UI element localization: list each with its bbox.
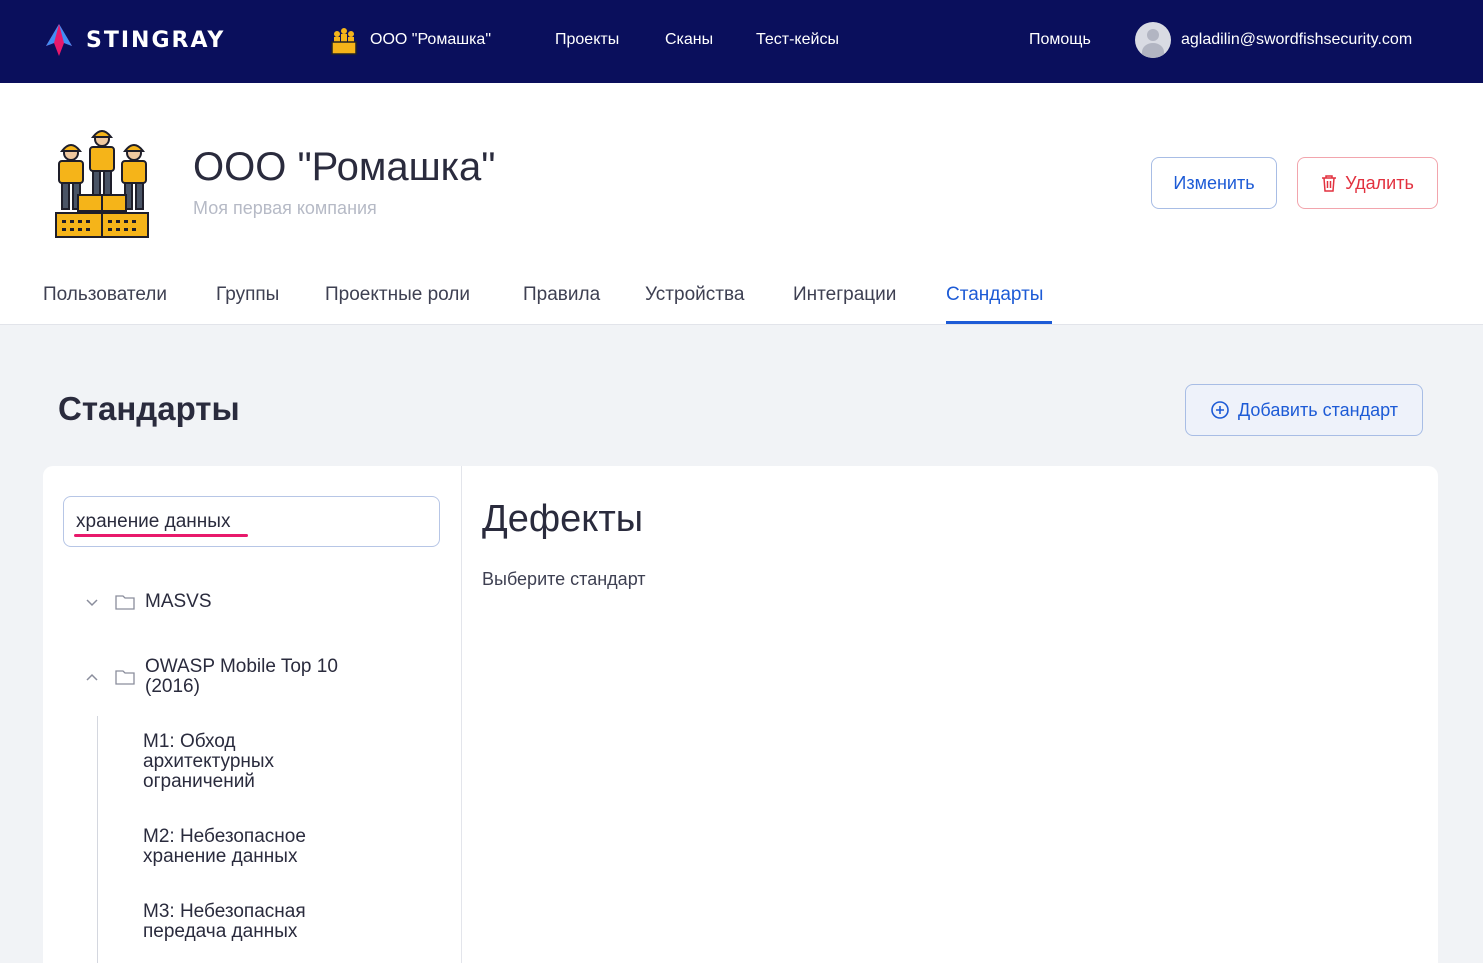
avatar <box>1135 22 1171 58</box>
nav-scans[interactable]: Сканы <box>665 31 713 49</box>
tab-integrations[interactable]: Интеграции <box>793 284 896 306</box>
section-title: Стандарты <box>58 390 240 427</box>
plus-circle-icon <box>1211 401 1229 419</box>
add-standard-label: Добавить стандарт <box>1238 399 1398 420</box>
tab-users[interactable]: Пользователи <box>43 284 167 306</box>
organization-switcher[interactable]: ООО "Ромашка" <box>328 24 491 56</box>
add-standard-button[interactable]: Добавить стандарт <box>1185 384 1423 436</box>
stingray-logo-icon <box>46 24 72 56</box>
tree-node-label: MASVS <box>145 591 212 612</box>
edit-button[interactable]: Изменить <box>1151 157 1277 209</box>
trash-icon <box>1322 175 1337 192</box>
tree-node-label: OWASP Mobile Top 10 (2016) <box>145 656 338 697</box>
tree-leaf-m1[interactable]: M1: Обход архитектурных ограничений <box>143 732 303 792</box>
folder-icon <box>115 595 135 610</box>
company-subtitle: Моя первая компания <box>193 198 377 218</box>
tree-leaf-m2[interactable]: M2: Небезопасное хранение данных <box>143 827 328 867</box>
tab-project-roles[interactable]: Проектные роли <box>325 284 470 306</box>
search-input[interactable] <box>63 496 440 547</box>
tab-standards[interactable]: Стандарты <box>946 284 1043 306</box>
nav-help[interactable]: Помощь <box>1029 31 1091 49</box>
organization-logo-icon <box>331 28 357 55</box>
company-header: ООО "Ромашка" Моя первая компания Измени… <box>0 83 1483 325</box>
tree-leaf-m3[interactable]: M3: Небезопасная передача данных <box>143 902 328 942</box>
active-tab-indicator <box>946 321 1052 324</box>
tab-groups[interactable]: Группы <box>216 284 279 306</box>
spellcheck-underline <box>74 534 248 537</box>
user-email: agladilin@swordfishsecurity.com <box>1181 31 1413 48</box>
nav-projects[interactable]: Проекты <box>555 31 619 49</box>
folder-icon <box>115 670 135 685</box>
tree-node-masvs[interactable]: MASVS <box>85 592 212 612</box>
select-standard-hint: Выберите стандарт <box>482 569 646 589</box>
tab-rules[interactable]: Правила <box>523 284 600 306</box>
brand[interactable]: STINGRAY <box>42 22 225 58</box>
tree-node-owasp-mobile[interactable]: OWASP Mobile Top 10 (2016) <box>85 657 360 697</box>
nav-test-cases[interactable]: Тест-кейсы <box>756 31 839 49</box>
organization-name: ООО "Ромашка" <box>370 31 491 48</box>
delete-button[interactable]: Удалить <box>1297 157 1438 209</box>
brand-name: STINGRAY <box>86 27 226 53</box>
delete-button-label: Удалить <box>1345 172 1414 193</box>
tab-devices[interactable]: Устройства <box>645 284 744 306</box>
chevron-up-icon[interactable] <box>85 671 99 685</box>
panel-divider <box>461 466 462 963</box>
company-title: ООО "Ромашка" <box>193 145 496 189</box>
top-navigation-bar: STINGRAY ООО "Ромашка" Проекты Сканы Тес… <box>0 0 1483 83</box>
user-menu[interactable]: agladilin@swordfishsecurity.com <box>1135 22 1412 58</box>
defects-title: Дефекты <box>482 498 644 540</box>
tree-guide-line <box>97 716 98 963</box>
chevron-down-icon[interactable] <box>85 595 99 609</box>
company-logo-icon <box>55 130 149 238</box>
